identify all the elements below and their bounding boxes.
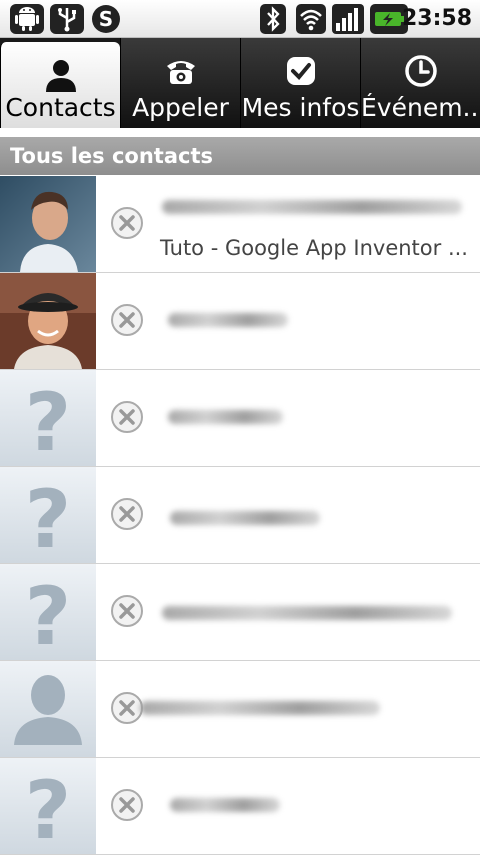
avatar: ? xyxy=(0,758,96,854)
wifi-icon xyxy=(296,4,326,38)
contact-name-redacted xyxy=(170,798,280,812)
contact-name-redacted xyxy=(162,606,452,620)
svg-text:S: S xyxy=(99,7,113,31)
offline-status-icon xyxy=(110,303,144,341)
tab-bar: Contacts Appeler Mes infos Événem... xyxy=(0,38,480,128)
contact-name-redacted xyxy=(168,313,288,327)
contact-row[interactable]: ? xyxy=(0,467,480,564)
android-debug-icon xyxy=(10,4,44,38)
contact-row[interactable]: ? xyxy=(0,758,480,855)
offline-status-icon xyxy=(110,691,144,729)
avatar xyxy=(0,661,96,757)
contact-row[interactable]: Tuto - Google App Inventor ... xyxy=(0,176,480,273)
contact-name-redacted xyxy=(168,410,283,424)
contact-name-redacted xyxy=(170,511,320,525)
tab-evenements[interactable]: Événem... xyxy=(360,38,480,128)
clock-icon xyxy=(404,54,438,92)
contact-row[interactable]: ? xyxy=(0,564,480,661)
signal-icon xyxy=(332,4,364,38)
offline-status-icon xyxy=(110,206,144,244)
tab-contacts[interactable]: Contacts xyxy=(0,42,120,128)
contact-list[interactable]: Tuto - Google App Inventor ... ? ? ? ? xyxy=(0,176,480,855)
contact-name-redacted xyxy=(162,200,462,214)
svg-text:?: ? xyxy=(25,376,71,466)
avatar xyxy=(0,273,96,369)
svg-text:?: ? xyxy=(25,764,71,854)
phone-icon xyxy=(164,54,198,92)
bluetooth-icon xyxy=(260,4,286,38)
usb-icon xyxy=(50,4,84,38)
avatar: ? xyxy=(0,467,96,563)
contact-row[interactable] xyxy=(0,661,480,758)
offline-status-icon xyxy=(110,400,144,438)
tab-label: Mes infos xyxy=(241,93,360,122)
contact-row[interactable]: ? xyxy=(0,370,480,467)
avatar: ? xyxy=(0,370,96,466)
offline-status-icon xyxy=(110,497,144,535)
contact-name-redacted xyxy=(140,701,380,715)
avatar xyxy=(0,176,96,272)
tab-label: Appeler xyxy=(132,93,229,122)
svg-text:?: ? xyxy=(25,473,71,563)
offline-status-icon xyxy=(110,594,144,632)
person-icon xyxy=(44,58,78,98)
tab-label: Contacts xyxy=(5,93,116,122)
status-bar: S 23:58 xyxy=(0,0,480,38)
avatar: ? xyxy=(0,564,96,660)
contact-status-message: Tuto - Google App Inventor ... xyxy=(160,236,468,260)
skype-icon: S xyxy=(90,4,122,38)
contact-row[interactable] xyxy=(0,273,480,370)
section-header: Tous les contacts xyxy=(0,137,480,175)
clock-time: 23:58 xyxy=(401,6,472,31)
tab-mes-infos[interactable]: Mes infos xyxy=(240,38,360,128)
tab-appeler[interactable]: Appeler xyxy=(120,38,240,128)
offline-status-icon xyxy=(110,788,144,826)
tab-label: Événem... xyxy=(361,93,480,122)
checkmark-icon xyxy=(284,54,318,92)
svg-text:?: ? xyxy=(25,570,71,660)
